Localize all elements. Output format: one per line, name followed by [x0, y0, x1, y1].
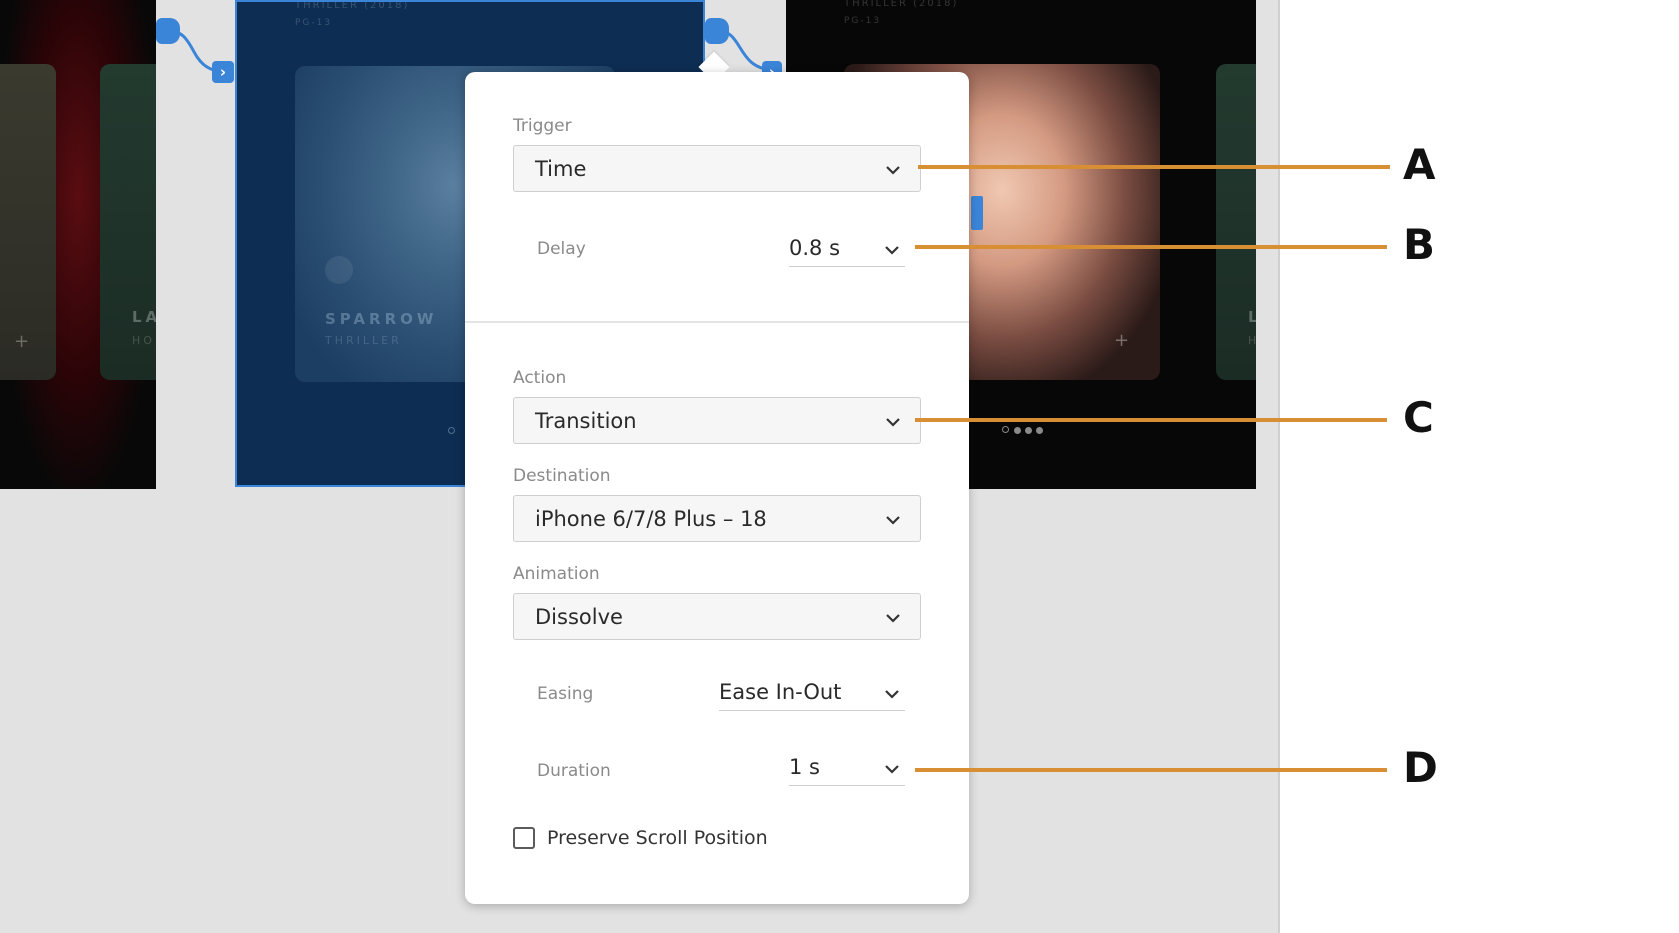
card-title: SPARROW — [325, 310, 438, 328]
artboard-rating: PG-13 — [844, 16, 882, 26]
callout-label-a: A — [1403, 140, 1436, 189]
chevron-down-icon — [885, 414, 901, 430]
callout-line-b — [915, 245, 1387, 249]
duration-label: Duration — [537, 761, 611, 781]
artboard-left[interactable]: LA HO + — [0, 0, 156, 489]
destination-select[interactable]: iPhone 6/7/8 Plus – 18 — [513, 495, 921, 542]
trigger-select[interactable]: Time — [513, 145, 921, 192]
callout-label-c: C — [1403, 393, 1434, 442]
delay-select[interactable]: 0.8 s — [789, 236, 905, 267]
plus-icon: + — [1114, 330, 1130, 351]
chevron-down-icon — [885, 610, 901, 626]
trigger-label: Trigger — [513, 116, 572, 136]
card-genre: THRILLER — [325, 334, 402, 347]
right-panel — [1280, 0, 1679, 933]
chevron-down-icon — [885, 162, 901, 178]
preserve-scroll-label: Preserve Scroll Position — [547, 827, 768, 849]
chevron-right-icon[interactable]: › — [212, 61, 234, 83]
action-select[interactable]: Transition — [513, 397, 921, 444]
destination-label: Destination — [513, 466, 611, 486]
page-dot — [448, 427, 455, 434]
callout-label-b: B — [1403, 220, 1436, 269]
page-dot — [1036, 427, 1043, 434]
animation-label: Animation — [513, 564, 600, 584]
card-title: LA — [1248, 308, 1256, 326]
trigger-value: Time — [535, 157, 587, 181]
duration-select[interactable]: 1 s — [789, 755, 905, 786]
callout-line-d — [915, 768, 1387, 772]
animation-select[interactable]: Dissolve — [513, 593, 921, 640]
callout-label-d: D — [1403, 743, 1438, 792]
animation-value: Dissolve — [535, 605, 623, 629]
page-dot — [1014, 427, 1021, 434]
destination-value: iPhone 6/7/8 Plus – 18 — [535, 507, 767, 531]
artboard-rating: PG-13 — [295, 18, 333, 28]
chevron-down-icon — [884, 686, 900, 702]
card-genre: HO — [132, 334, 155, 347]
chevron-down-icon — [884, 242, 900, 258]
callout-line-c — [915, 418, 1387, 422]
action-value: Transition — [535, 409, 637, 433]
chevron-down-icon — [885, 512, 901, 528]
section-divider — [465, 321, 969, 323]
page-dot — [1002, 426, 1009, 433]
play-icon[interactable] — [325, 256, 353, 284]
plus-icon: + — [14, 331, 30, 352]
artboard-header: THRILLER (2018) — [844, 0, 959, 9]
artboard-header: THRILLER (2018) — [295, 0, 410, 11]
easing-value: Ease In-Out — [719, 680, 842, 704]
duration-value: 1 s — [789, 755, 820, 779]
delay-value: 0.8 s — [789, 236, 841, 260]
wire-source-node[interactable] — [156, 18, 180, 44]
callout-line-a — [918, 165, 1390, 169]
wire-source-node[interactable] — [705, 18, 729, 44]
preserve-scroll-checkbox[interactable] — [513, 827, 535, 849]
hotspot-handle[interactable] — [971, 196, 983, 230]
easing-label: Easing — [537, 684, 594, 704]
delay-label: Delay — [537, 239, 586, 259]
chevron-down-icon — [884, 761, 900, 777]
page-dot — [1025, 427, 1032, 434]
card-genre: HO — [1248, 334, 1256, 347]
interaction-popover: Trigger Time Delay 0.8 s Action Transiti… — [465, 72, 969, 904]
action-label: Action — [513, 368, 567, 388]
easing-select[interactable]: Ease In-Out — [719, 680, 905, 711]
movie-card[interactable]: LA HO — [100, 64, 156, 380]
movie-card[interactable]: LA HO — [1216, 64, 1256, 380]
card-title: LA — [132, 308, 156, 326]
